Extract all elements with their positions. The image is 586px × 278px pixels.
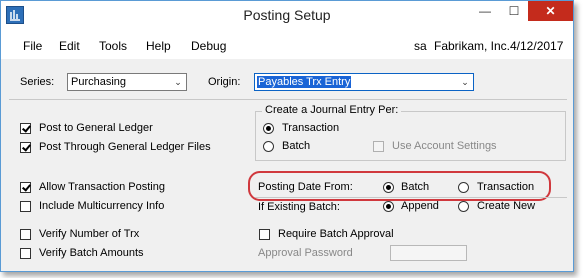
allow-transaction-posting-label: Allow Transaction Posting: [39, 181, 165, 193]
journal-entry-groupbox: [255, 111, 566, 161]
series-value: Purchasing: [71, 76, 127, 88]
posting-date-transaction-label: Transaction: [477, 181, 535, 193]
approval-password-label: Approval Password: [258, 247, 353, 259]
require-batch-approval-label: Require Batch Approval: [278, 228, 394, 240]
use-account-settings-label: Use Account Settings: [392, 140, 497, 152]
verify-batch-amounts-label: Verify Batch Amounts: [39, 247, 144, 259]
company-name: Fabrikam, Inc.: [434, 39, 511, 53]
journal-entry-title: Create a Journal Entry Per:: [262, 104, 402, 116]
menu-help[interactable]: Help: [146, 39, 171, 53]
existing-batch-append-label: Append: [401, 200, 439, 212]
journal-batch-label: Batch: [282, 140, 311, 152]
posting-date-batch-radio[interactable]: [383, 182, 394, 193]
require-batch-approval-checkbox[interactable]: [259, 229, 270, 240]
post-to-gl-checkbox[interactable]: [20, 123, 31, 134]
use-account-settings-checkbox[interactable]: [373, 141, 384, 152]
journal-transaction-label: Transaction: [282, 122, 340, 134]
existing-batch-create-new-label: Create New: [477, 200, 536, 212]
user-id: sa: [414, 39, 427, 53]
separator: [255, 197, 567, 198]
close-button[interactable]: ✕: [528, 1, 573, 21]
verify-number-of-trx-checkbox[interactable]: [20, 229, 31, 240]
if-existing-batch-label: If Existing Batch:: [258, 201, 340, 213]
journal-batch-radio[interactable]: [263, 141, 274, 152]
menu-file[interactable]: File: [23, 39, 42, 53]
journal-transaction-radio[interactable]: [263, 123, 274, 134]
separator: [9, 99, 567, 100]
title-bar: Posting Setup — ☐ ✕: [1, 1, 573, 31]
post-through-gl-label: Post Through General Ledger Files: [39, 141, 211, 153]
allow-transaction-posting-checkbox[interactable]: [20, 182, 31, 193]
verify-batch-amounts-checkbox[interactable]: [20, 248, 31, 259]
menu-edit[interactable]: Edit: [59, 39, 80, 53]
post-through-gl-checkbox[interactable]: [20, 142, 31, 153]
origin-dropdown[interactable]: Payables Trx Entry ⌄: [254, 73, 474, 91]
existing-batch-append-radio[interactable]: [383, 201, 394, 212]
series-dropdown[interactable]: Purchasing ⌄: [67, 73, 187, 91]
post-to-gl-label: Post to General Ledger: [39, 122, 153, 134]
minimize-button[interactable]: —: [470, 1, 500, 21]
include-multicurrency-label: Include Multicurrency Info: [39, 200, 165, 212]
approval-password-input[interactable]: [390, 245, 467, 261]
maximize-button[interactable]: ☐: [500, 1, 528, 21]
chevron-down-icon: ⌄: [461, 77, 469, 87]
origin-label: Origin:: [208, 76, 241, 88]
series-label: Series:: [20, 76, 55, 88]
posting-date-from-label: Posting Date From:: [258, 181, 353, 193]
chevron-down-icon: ⌄: [174, 77, 182, 87]
existing-batch-create-new-radio[interactable]: [458, 201, 469, 212]
menu-bar: File Edit Tools Help Debug sa Fabrikam, …: [1, 31, 573, 60]
menu-debug[interactable]: Debug: [191, 39, 226, 53]
posting-date-batch-label: Batch: [401, 181, 430, 193]
user-date: 4/12/2017: [510, 39, 564, 53]
include-multicurrency-checkbox[interactable]: [20, 201, 31, 212]
posting-date-transaction-radio[interactable]: [458, 182, 469, 193]
verify-number-of-trx-label: Verify Number of Trx: [39, 228, 140, 240]
posting-setup-form: Series: Purchasing ⌄ Origin: Payables Tr…: [1, 59, 573, 271]
origin-value: Payables Trx Entry: [257, 76, 352, 88]
menu-tools[interactable]: Tools: [99, 39, 127, 53]
posting-setup-window: Posting Setup — ☐ ✕ File Edit Tools Help…: [0, 0, 574, 272]
